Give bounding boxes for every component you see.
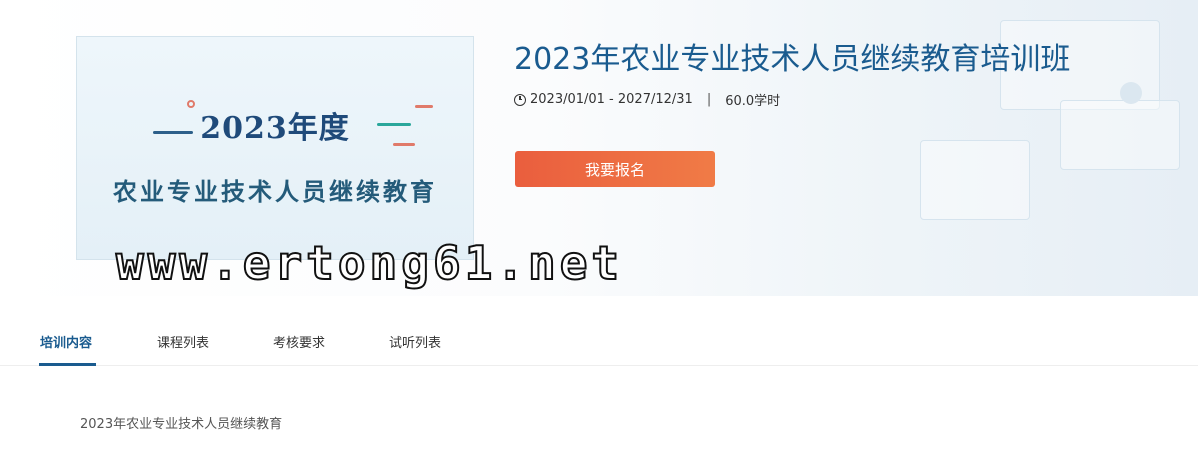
- clock-icon: [514, 93, 526, 106]
- course-meta: 2023/01/01 - 2027/12/31 | 60.0学时: [514, 90, 780, 109]
- training-content-text: 2023年农业专业技术人员继续教育: [80, 417, 283, 432]
- course-title: 2023年农业专业技术人员继续教育培训班: [514, 42, 1071, 77]
- meta-separator: |: [706, 92, 712, 107]
- tab-training-content[interactable]: 培训内容: [40, 332, 92, 351]
- tab-trial-list[interactable]: 试听列表: [389, 332, 441, 351]
- course-hours: 60.0学时: [725, 94, 781, 109]
- magnifier-decoration: [1120, 82, 1142, 104]
- course-date-range: 2023/01/01 - 2027/12/31: [530, 92, 693, 107]
- enroll-button[interactable]: 我要报名: [515, 151, 715, 187]
- background-decoration: [1060, 100, 1180, 170]
- tab-course-list[interactable]: 课程列表: [157, 332, 209, 351]
- background-decoration: [920, 140, 1030, 220]
- course-cover-image: 2023年度 农业专业技术人员继续教育: [76, 36, 474, 260]
- tab-assessment[interactable]: 考核要求: [273, 332, 325, 351]
- active-tab-indicator: [39, 363, 96, 366]
- course-tabs: 培训内容 课程列表 考核要求 试听列表: [0, 312, 1198, 366]
- cover-subtitle: 农业专业技术人员继续教育: [113, 177, 437, 206]
- watermark-text: www.ertong61.net: [115, 235, 624, 291]
- cover-year-text: 2023年度: [200, 111, 350, 146]
